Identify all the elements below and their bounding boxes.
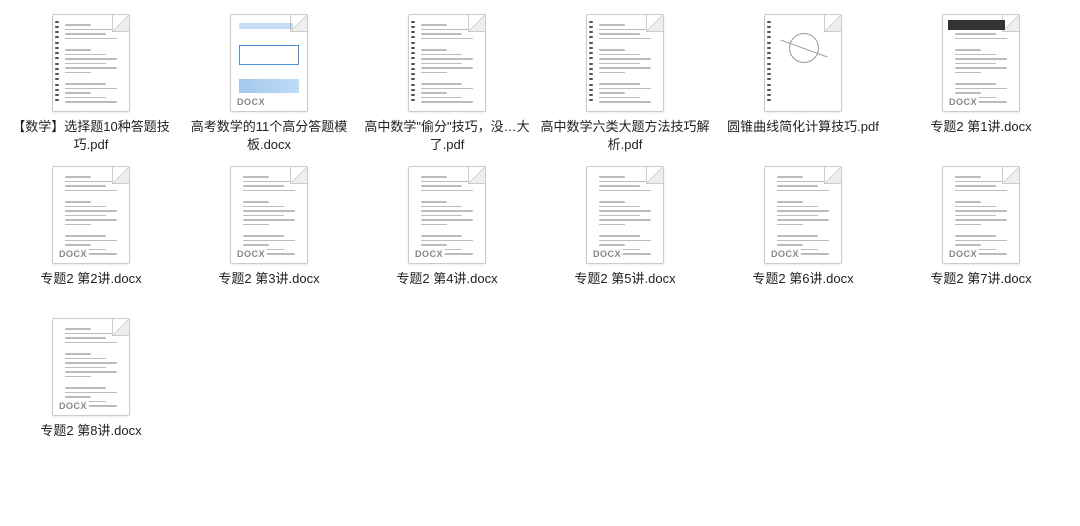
file-thumbnail-icon: DOCX <box>230 166 308 264</box>
file-item[interactable]: DOCX 专题2 第4讲.docx <box>358 162 536 314</box>
file-type-badge: DOCX <box>235 249 267 259</box>
file-name-label: 专题2 第5讲.docx <box>574 270 675 306</box>
file-name-label: 高考数学的11个高分答题模板.docx <box>184 118 354 154</box>
file-item[interactable]: 高中数学六类大题方法技巧解析.pdf <box>536 10 714 162</box>
file-item[interactable]: 圆锥曲线简化计算技巧.pdf <box>714 10 892 162</box>
file-type-badge: DOCX <box>57 401 89 411</box>
file-item[interactable]: 【数学】选择题10种答题技巧.pdf <box>2 10 180 162</box>
file-item[interactable]: DOCX 专题2 第7讲.docx <box>892 162 1070 314</box>
file-name-label: 【数学】选择题10种答题技巧.pdf <box>6 118 176 154</box>
file-item[interactable]: DOCX 高考数学的11个高分答题模板.docx <box>180 10 358 162</box>
file-name-label: 专题2 第4讲.docx <box>396 270 497 306</box>
file-thumbnail-icon <box>764 14 842 112</box>
file-type-badge: DOCX <box>235 97 267 107</box>
file-thumbnail-icon <box>408 14 486 112</box>
file-type-badge: DOCX <box>57 249 89 259</box>
file-grid: 【数学】选择题10种答题技巧.pdf DOCX 高考数学的11个高分答题模板.doc… <box>0 0 1080 466</box>
file-type-badge: DOCX <box>413 249 445 259</box>
file-thumbnail-icon: DOCX <box>586 166 664 264</box>
file-thumbnail-icon <box>52 14 130 112</box>
file-name-label: 圆锥曲线简化计算技巧.pdf <box>727 118 879 154</box>
file-item[interactable]: DOCX 专题2 第3讲.docx <box>180 162 358 314</box>
file-name-label: 专题2 第7讲.docx <box>930 270 1031 306</box>
file-thumbnail-icon: DOCX <box>942 166 1020 264</box>
file-item[interactable]: DOCX 专题2 第1讲.docx <box>892 10 1070 162</box>
file-thumbnail-icon: DOCX <box>52 166 130 264</box>
file-name-label: 专题2 第6讲.docx <box>752 270 853 306</box>
file-thumbnail-icon: DOCX <box>942 14 1020 112</box>
file-item[interactable]: DOCX 专题2 第5讲.docx <box>536 162 714 314</box>
file-item[interactable]: DOCX 专题2 第6讲.docx <box>714 162 892 314</box>
file-type-badge: DOCX <box>591 249 623 259</box>
file-thumbnail-icon <box>586 14 664 112</box>
file-item[interactable]: DOCX 专题2 第8讲.docx <box>2 314 180 466</box>
file-name-label: 高中数学"偷分"技巧，没…大了.pdf <box>362 118 532 154</box>
file-thumbnail-icon: DOCX <box>52 318 130 416</box>
file-name-label: 高中数学六类大题方法技巧解析.pdf <box>540 118 710 154</box>
file-item[interactable]: 高中数学"偷分"技巧，没…大了.pdf <box>358 10 536 162</box>
file-thumbnail-icon: DOCX <box>230 14 308 112</box>
file-thumbnail-icon: DOCX <box>408 166 486 264</box>
file-name-label: 专题2 第1讲.docx <box>930 118 1031 154</box>
file-type-badge: DOCX <box>947 249 979 259</box>
file-name-label: 专题2 第3讲.docx <box>218 270 319 306</box>
file-item[interactable]: DOCX 专题2 第2讲.docx <box>2 162 180 314</box>
file-name-label: 专题2 第2讲.docx <box>40 270 141 306</box>
file-thumbnail-icon: DOCX <box>764 166 842 264</box>
file-name-label: 专题2 第8讲.docx <box>40 422 141 458</box>
file-type-badge: DOCX <box>947 97 979 107</box>
file-type-badge: DOCX <box>769 249 801 259</box>
